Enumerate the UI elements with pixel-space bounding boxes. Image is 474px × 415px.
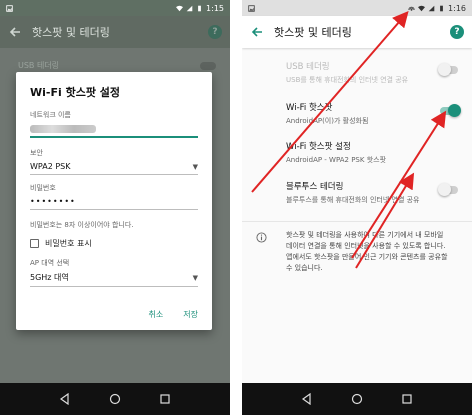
network-name-label: 네트워크 이름 <box>30 111 71 119</box>
network-name-underline <box>30 136 198 138</box>
band-label: AP 대역 선택 <box>30 259 70 267</box>
battery-icon <box>440 5 443 11</box>
dialog-title: Wi-Fi 핫스팟 설정 <box>30 86 121 99</box>
hotspot-icon <box>408 6 415 11</box>
no-sim-icon <box>186 5 193 11</box>
usb-tethering-label: USB 테더링 <box>18 61 60 70</box>
password-hint: 비밀번호는 8자 이상이어야 합니다. <box>30 221 134 229</box>
security-underline <box>30 174 198 175</box>
band-value: 5GHz 대역 <box>30 273 69 282</box>
dropdown-arrow-icon: ▼ <box>192 162 198 171</box>
save-button[interactable]: 저장 <box>183 309 198 320</box>
toggle-knob <box>448 104 461 117</box>
back-arrow-icon[interactable] <box>8 25 22 39</box>
no-sim-icon <box>428 5 435 11</box>
usb-toggle <box>200 62 216 70</box>
wifi-hotspot-item[interactable]: Wi-Fi 핫스팟 AndroidAP(이)가 활성화됨 <box>286 101 460 126</box>
status-bar: 1:15 <box>0 0 230 16</box>
bluetooth-tethering-item[interactable]: 블루투스 테더링 블루투스를 통해 휴대전화의 인터넷 연결 공유 <box>286 180 460 205</box>
usb-tethering-toggle <box>438 63 458 76</box>
back-arrow-icon[interactable] <box>250 25 264 39</box>
image-icon <box>248 4 255 12</box>
wifi-hotspot-settings-item[interactable]: Wi-Fi 핫스팟 설정 AndroidAP - WPA2 PSK 핫스팟 <box>286 140 460 165</box>
bluetooth-tethering-summary: 블루투스를 통해 휴대전화의 인터넷 연결 공유 <box>286 196 420 204</box>
toolbar: 핫스팟 및 테더링 ? <box>0 16 230 48</box>
band-underline <box>30 286 198 287</box>
battery-icon <box>198 5 201 11</box>
security-value: WPA2 PSK <box>30 162 71 171</box>
network-name-input[interactable] <box>30 120 198 136</box>
home-nav-icon[interactable] <box>109 393 121 405</box>
security-select[interactable]: WPA2 PSK ▼ <box>30 158 198 174</box>
page-title: 핫스팟 및 테더링 <box>274 26 352 39</box>
navigation-bar <box>242 383 472 415</box>
back-nav-icon[interactable] <box>59 393 71 405</box>
wifi-signal-icon <box>176 5 184 11</box>
password-label: 비밀번호 <box>30 184 56 192</box>
home-nav-icon[interactable] <box>351 393 363 405</box>
info-icon <box>256 232 267 243</box>
info-line-4: 수 있습니다. <box>286 264 323 272</box>
usb-tethering-title: USB 테더링 <box>286 62 330 72</box>
toggle-knob <box>438 63 451 76</box>
clock: 1:15 <box>206 3 224 13</box>
band-select[interactable]: 5GHz 대역 ▼ <box>30 268 198 286</box>
wifi-hotspot-settings-summary: AndroidAP - WPA2 PSK 핫스팟 <box>286 156 387 164</box>
divider <box>242 221 472 222</box>
bluetooth-tethering-toggle[interactable] <box>438 183 458 196</box>
clock: 1:16 <box>448 3 466 13</box>
page-title: 핫스팟 및 테더링 <box>32 26 110 39</box>
blurred-network-name <box>30 124 96 133</box>
dialog-actions: 취소 저장 <box>149 309 198 320</box>
left-screen: 1:15 핫스팟 및 테더링 ? USB 테더링 Wi-Fi 핫스팟 설정 네트… <box>0 0 230 415</box>
wifi-hotspot-toggle[interactable] <box>440 104 461 117</box>
info-text: 핫스팟 및 테더링을 사용하여 다른 기기에서 내 모바일 데이터 연결을 통해… <box>286 230 462 274</box>
cancel-button[interactable]: 취소 <box>149 309 164 320</box>
help-icon[interactable]: ? <box>208 25 222 39</box>
navigation-bar <box>0 383 230 415</box>
recents-nav-icon[interactable] <box>401 393 413 405</box>
password-input[interactable]: •••••••• <box>30 193 198 209</box>
wifi-hotspot-title: Wi-Fi 핫스팟 <box>286 103 333 113</box>
help-icon[interactable]: ? <box>450 25 464 39</box>
usb-tethering-summary: USB를 통해 휴대전화의 인터넷 연결 공유 <box>286 76 409 84</box>
wifi-signal-icon <box>418 5 426 11</box>
info-line-3: 앱에서도 핫스팟을 만들어 인근 기기와 콘텐츠를 공유할 <box>286 253 448 261</box>
security-label: 보안 <box>30 149 43 157</box>
password-underline <box>30 209 198 210</box>
usb-tethering-item: USB 테더링 USB를 통해 휴대전화의 인터넷 연결 공유 <box>286 60 460 85</box>
back-nav-icon[interactable] <box>301 393 313 405</box>
info-line-2: 데이터 연결을 통해 인터넷을 사용할 수 있도록 합니다. <box>286 242 446 250</box>
status-bar: 1:16 <box>242 0 472 16</box>
recents-nav-icon[interactable] <box>159 393 171 405</box>
toolbar: 핫스팟 및 테더링 ? <box>242 16 472 48</box>
show-password-checkbox[interactable] <box>30 239 39 248</box>
dropdown-arrow-icon: ▼ <box>192 273 198 282</box>
toggle-knob <box>438 183 451 196</box>
wifi-hotspot-summary: AndroidAP(이)가 활성화됨 <box>286 117 369 125</box>
show-password-row[interactable]: 비밀번호 표시 <box>30 238 198 249</box>
image-icon <box>6 4 13 12</box>
info-line-1: 핫스팟 및 테더링을 사용하여 다른 기기에서 내 모바일 <box>286 231 444 239</box>
show-password-label: 비밀번호 표시 <box>45 239 92 248</box>
bluetooth-tethering-title: 블루투스 테더링 <box>286 182 344 192</box>
hotspot-settings-dialog: Wi-Fi 핫스팟 설정 네트워크 이름 보안 WPA2 PSK ▼ 비밀번호 … <box>16 72 212 330</box>
wifi-hotspot-settings-title: Wi-Fi 핫스팟 설정 <box>286 142 351 152</box>
right-screen: 1:16 핫스팟 및 테더링 ? USB 테더링 USB를 통해 휴대전화의 인… <box>242 0 472 415</box>
